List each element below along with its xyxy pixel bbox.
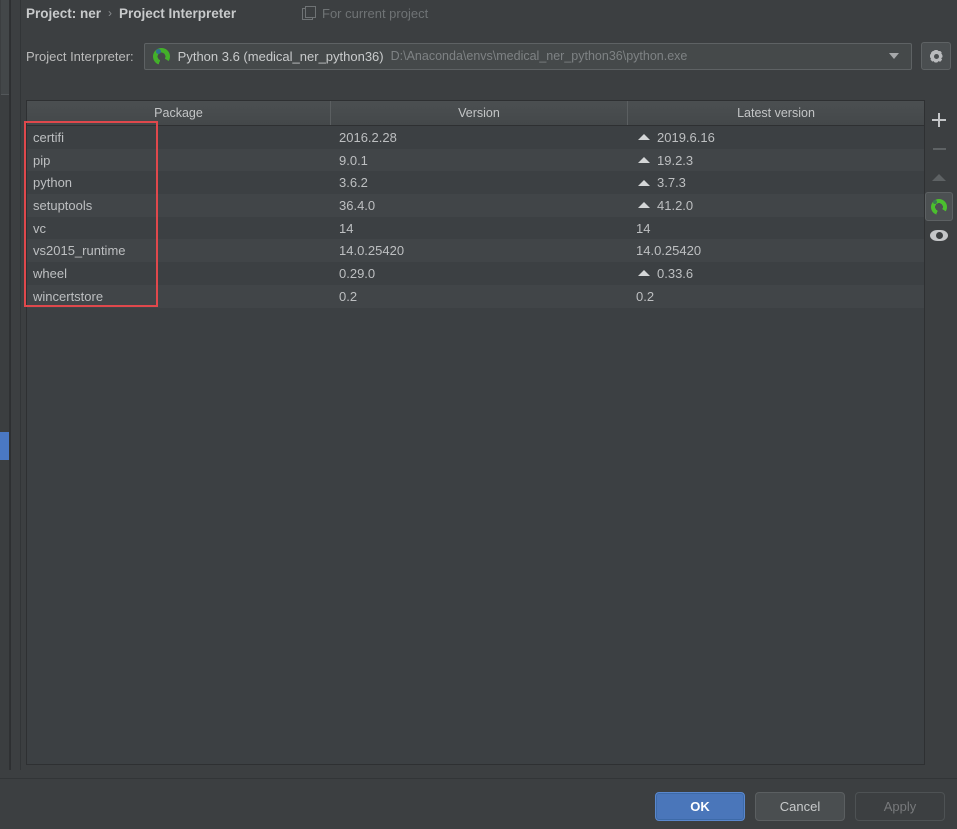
table-row[interactable]: python 3.6.2 3.7.3 (27, 171, 924, 195)
copy-icon (302, 6, 316, 20)
plus-icon (932, 112, 946, 127)
table-header-row: Package Version Latest version (27, 101, 924, 126)
interpreter-label: Project Interpreter: (26, 48, 134, 64)
upgrade-available-icon (638, 202, 650, 209)
cell-version: 36.4.0 (339, 197, 376, 213)
cell-package: wheel (33, 265, 67, 281)
interpreter-row: Project Interpreter: Python 3.6 (medical… (26, 41, 951, 71)
interpreter-settings-button[interactable] (921, 42, 951, 70)
pane-divider-line (10, 0, 11, 770)
column-header-package[interactable]: Package (27, 101, 331, 125)
latest-version-label: 14 (636, 220, 651, 236)
chevron-down-icon[interactable] (889, 53, 899, 59)
interpreter-combobox[interactable]: Python 3.6 (medical_ner_python36) D:\Ana… (143, 42, 912, 70)
install-package-button[interactable] (925, 105, 953, 134)
scope-note-label: For current project (322, 5, 429, 21)
cell-latest-version: 0.2 (628, 285, 924, 308)
conda-env-icon (152, 47, 170, 65)
show-early-releases-button[interactable] (925, 221, 953, 250)
cell-latest-version: 0.33.6 (628, 262, 924, 285)
cell-latest-version: 19.2.3 (628, 149, 924, 172)
minus-icon (932, 147, 946, 150)
cell-package: vs2015_runtime (33, 243, 126, 259)
table-row[interactable]: vs2015_runtime 14.0.25420 14.0.25420 (27, 239, 924, 263)
latest-version-label: 0.2 (636, 288, 655, 304)
gear-icon (929, 49, 944, 64)
cell-version: 14 (339, 220, 354, 236)
cell-latest-version: 41.2.0 (628, 194, 924, 217)
up-arrow-icon (932, 174, 946, 181)
cell-package: setuptools (33, 197, 93, 213)
cell-latest-version: 2019.6.16 (628, 126, 924, 149)
cell-version: 9.0.1 (339, 152, 368, 168)
latest-version-label: 14.0.25420 (636, 243, 702, 259)
eye-icon (930, 230, 948, 241)
upgrade-available-icon (638, 157, 650, 164)
settings-tree-pane-strip (0, 0, 10, 770)
cell-version: 0.2 (339, 288, 358, 304)
cancel-button[interactable]: Cancel (755, 791, 845, 821)
cell-version: 2016.2.28 (339, 129, 397, 145)
cell-latest-version: 14 (628, 217, 924, 240)
cell-package: pip (33, 152, 51, 168)
upgrade-available-icon (638, 134, 650, 141)
cell-version: 14.0.25420 (339, 243, 405, 259)
interpreter-path: D:\Anaconda\envs\medical_ner_python36\py… (390, 49, 688, 63)
footer-separator (0, 778, 957, 779)
table-row[interactable]: certifi 2016.2.28 2019.6.16 (27, 126, 924, 149)
conda-icon (931, 198, 947, 215)
table-row[interactable]: wincertstore 0.2 0.2 (27, 284, 924, 308)
column-header-version[interactable]: Version (331, 101, 628, 125)
upgrade-available-icon (638, 270, 650, 277)
packages-table: Package Version Latest version certifi 20… (26, 100, 925, 765)
breadcrumb: Project: ner › Project Interpreter (26, 2, 236, 24)
breadcrumb-page-title: Project Interpreter (119, 5, 237, 21)
scope-note: For current project (302, 2, 428, 24)
breadcrumb-separator-icon: › (108, 6, 113, 20)
uninstall-package-button (925, 134, 953, 163)
latest-version-label: 41.2.0 (657, 197, 694, 213)
apply-button: Apply (855, 791, 945, 821)
table-row[interactable]: setuptools 36.4.0 41.2.0 (27, 194, 924, 217)
packages-toolbar (924, 105, 954, 250)
upgrade-available-icon (638, 179, 650, 186)
latest-version-label: 19.2.3 (657, 152, 694, 168)
latest-version-label: 0.33.6 (657, 265, 694, 281)
latest-version-label: 3.7.3 (657, 175, 686, 191)
cell-version: 0.29.0 (339, 265, 376, 281)
dialog-button-bar: OK Cancel Apply (0, 783, 957, 829)
upgrade-package-button (925, 163, 953, 192)
interpreter-name: Python 3.6 (medical_ner_python36) (177, 48, 384, 64)
table-body: certifi 2016.2.28 2019.6.16 pip 9.0.1 19.2.3 p… (27, 126, 924, 764)
cell-package: certifi (33, 129, 65, 145)
pane-divider-handle[interactable] (1, 0, 9, 95)
breadcrumb-project[interactable]: Project: ner (26, 6, 101, 21)
table-row[interactable]: vc 14 14 (27, 216, 924, 240)
cell-package: wincertstore (33, 288, 104, 304)
column-header-latest-version[interactable]: Latest version (628, 101, 924, 125)
ok-button[interactable]: OK (655, 791, 745, 821)
table-row[interactable]: wheel 0.29.0 0.33.6 (27, 262, 924, 285)
table-row[interactable]: pip 9.0.1 19.2.3 (27, 148, 924, 172)
latest-version-label: 2019.6.16 (657, 129, 715, 145)
cell-latest-version: 14.0.25420 (628, 239, 924, 262)
cell-package: python (33, 175, 73, 191)
cell-version: 3.6.2 (339, 175, 368, 191)
scroll-position-marker[interactable] (0, 432, 9, 460)
cell-package: vc (33, 220, 46, 236)
pane-divider-line-secondary (20, 0, 21, 770)
conda-manager-button[interactable] (925, 192, 953, 221)
cell-latest-version: 3.7.3 (628, 171, 924, 194)
